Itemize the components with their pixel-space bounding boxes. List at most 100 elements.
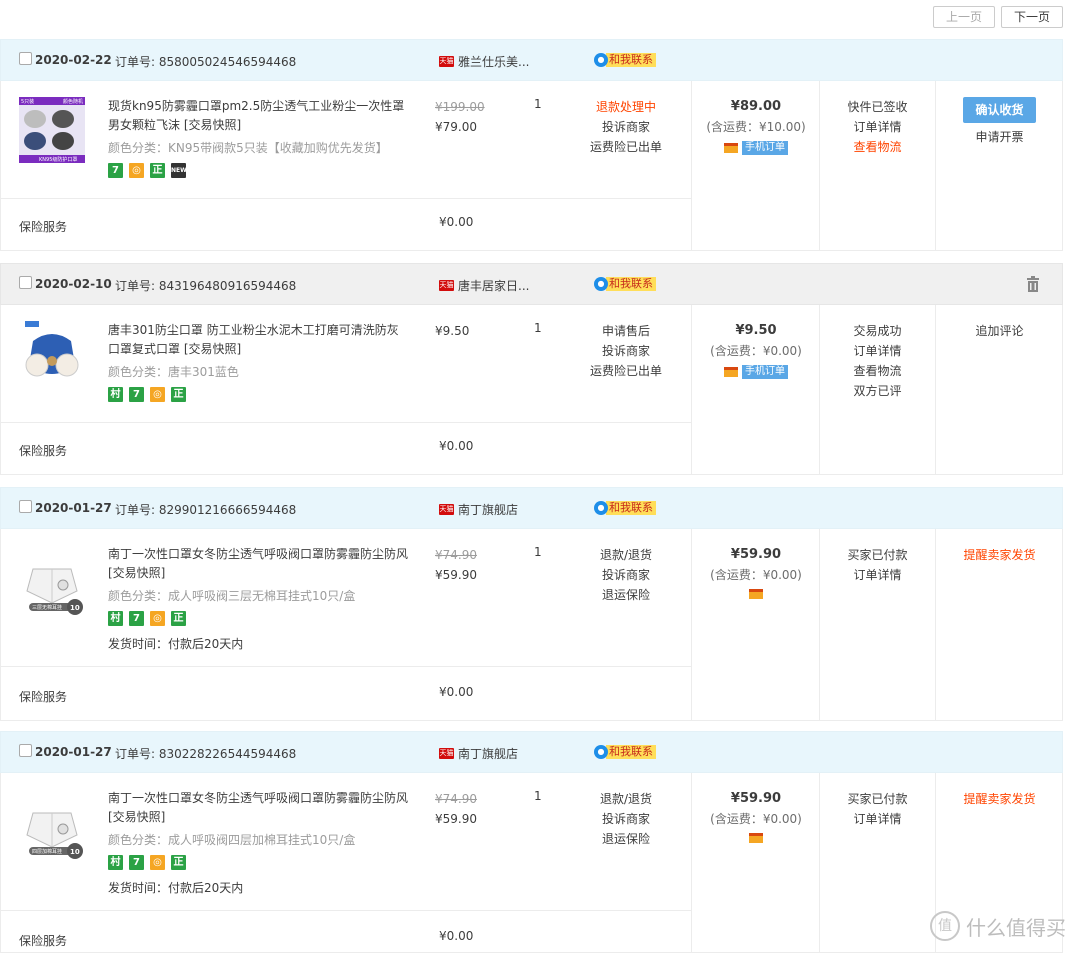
- order-body: 5只装 颜色随机 KN95级防护口罩 现货kn95防雾霾口罩pm2.5防尘透气工…: [0, 81, 1063, 251]
- tmall-guarantee-icon[interactable]: ◎: [150, 855, 165, 870]
- product-thumbnail[interactable]: 四层加棉耳挂 10: [19, 795, 85, 861]
- svg-text:KN95级防护口罩: KN95级防护口罩: [39, 156, 77, 163]
- shipping-time: 发货时间：付款后20天内: [108, 881, 244, 895]
- operations: 提醒卖家发货: [936, 545, 1063, 565]
- order-header: 2020-01-27 订单号: 829901216666594468 天猫 南丁旗…: [0, 487, 1063, 529]
- mobile-order-badge: 手机订单: [742, 141, 788, 155]
- view-logistics-link[interactable]: 查看物流: [820, 361, 935, 381]
- request-invoice-link[interactable]: 申请开票: [936, 127, 1063, 147]
- order-total: ¥9.50 (含运费：¥0.00) 手机订单: [710, 323, 802, 379]
- product-title[interactable]: 南丁一次性口罩女冬防尘透气呼吸阀口罩防雾霾防尘防风 [交易快照]: [108, 789, 408, 827]
- insurance-price: ¥0.00: [439, 439, 474, 453]
- quantity: 1: [534, 97, 542, 111]
- service-badges: 村 7 ◎ 正: [108, 611, 186, 626]
- order-detail-link[interactable]: 订单详情: [820, 341, 935, 361]
- chat-icon: ●: [594, 745, 608, 759]
- shop-link[interactable]: 天猫 唐丰居家日...: [439, 277, 529, 294]
- trade-status: 买家已付款 订单详情: [820, 789, 935, 829]
- complain-seller-link[interactable]: 投诉商家: [576, 809, 676, 829]
- product-thumbnail[interactable]: [19, 321, 85, 387]
- confirm-receipt-button[interactable]: 确认收货: [963, 97, 1036, 123]
- prev-page-button[interactable]: 上一页: [932, 6, 995, 28]
- after-sale-status: 申请售后 投诉商家 运费险已出单: [576, 321, 676, 381]
- shop-link[interactable]: 天猫 雅兰仕乐美...: [439, 53, 529, 70]
- complain-seller-link[interactable]: 投诉商家: [576, 565, 676, 585]
- seven-day-return-icon[interactable]: 7: [129, 855, 144, 870]
- product-thumbnail[interactable]: 5只装 颜色随机 KN95级防护口罩: [19, 97, 85, 163]
- refund-return-link[interactable]: 退款/退货: [576, 789, 676, 809]
- product-title[interactable]: 现货kn95防雾霾口罩pm2.5防尘透气工业粉尘一次性罩男女颗粒飞沫 [交易快照…: [108, 97, 408, 135]
- add-review-link[interactable]: 追加评论: [936, 321, 1063, 341]
- product-sku: 颜色分类：KN95带阀款5只装【收藏加购优先发货】: [108, 141, 388, 155]
- smzdm-logo-icon: 值: [930, 911, 960, 941]
- return-shipping-insurance-link[interactable]: 退运保险: [576, 585, 676, 605]
- order-date: 2020-02-10: [35, 277, 112, 291]
- request-after-sale-link[interactable]: 申请售后: [576, 321, 676, 341]
- order-body: 四层加棉耳挂 10 南丁一次性口罩女冬防尘透气呼吸阀口罩防雾霾防尘防风 [交易快…: [0, 773, 1063, 953]
- order-body: 唐丰301防尘口罩 防工业粉尘水泥木工打磨可清洗防灰口罩复式口罩 [交易快照] …: [0, 305, 1063, 475]
- product-title[interactable]: 唐丰301防尘口罩 防工业粉尘水泥木工打磨可清洗防灰口罩复式口罩 [交易快照]: [108, 321, 408, 359]
- refund-status-link[interactable]: 退款处理中: [576, 97, 676, 117]
- tmall-guarantee-icon[interactable]: ◎: [129, 163, 144, 178]
- view-logistics-link[interactable]: 查看物流: [820, 137, 935, 157]
- remind-ship-link[interactable]: 提醒卖家发货: [936, 545, 1063, 565]
- refund-return-link[interactable]: 退款/退货: [576, 545, 676, 565]
- product-thumbnail[interactable]: 三层无棉耳挂 10: [19, 551, 85, 617]
- after-sale-status: 退款处理中 投诉商家 运费险已出单: [576, 97, 676, 157]
- order-number: 订单号: 843196480916594468: [115, 279, 297, 293]
- product-sku: 颜色分类：成人呼吸阀四层加棉耳挂式10只/盒: [108, 833, 356, 847]
- order-total: ¥89.00 (含运费：¥10.00) 手机订单: [706, 99, 806, 155]
- insurance-price: ¥0.00: [439, 685, 474, 699]
- tmall-icon: 天猫: [439, 56, 454, 67]
- contact-seller-button[interactable]: ● 和我联系: [594, 277, 656, 291]
- trash-icon[interactable]: [1025, 276, 1041, 292]
- rural-taobao-icon[interactable]: 村: [108, 611, 123, 626]
- new-icon[interactable]: NEW: [171, 163, 187, 178]
- tmall-guarantee-icon[interactable]: ◎: [150, 387, 165, 402]
- order-checkbox[interactable]: [19, 52, 32, 65]
- shop-link[interactable]: 天猫 南丁旗舰店: [439, 745, 518, 762]
- genuine-icon[interactable]: 正: [171, 611, 186, 626]
- product-title[interactable]: 南丁一次性口罩女冬防尘透气呼吸阀口罩防雾霾防尘防风 [交易快照]: [108, 545, 408, 583]
- order-checkbox[interactable]: [19, 276, 32, 289]
- next-page-button[interactable]: 下一页: [1000, 6, 1063, 28]
- payment-card-icon: [749, 833, 763, 843]
- genuine-icon[interactable]: 正: [171, 855, 186, 870]
- freight-insurance-link[interactable]: 运费险已出单: [576, 137, 676, 157]
- tmall-icon: 天猫: [439, 280, 454, 291]
- contact-seller-button[interactable]: ● 和我联系: [594, 501, 656, 515]
- genuine-icon[interactable]: 正: [171, 387, 186, 402]
- order-detail-link[interactable]: 订单详情: [820, 809, 935, 829]
- order-detail-link[interactable]: 订单详情: [820, 117, 935, 137]
- order-checkbox[interactable]: [19, 500, 32, 513]
- trade-status: 交易成功 订单详情 查看物流 双方已评: [820, 321, 935, 401]
- insurance-label: 保险服务: [19, 220, 68, 234]
- product-sku: 颜色分类：唐丰301蓝色: [108, 365, 239, 379]
- contact-seller-button[interactable]: ● 和我联系: [594, 53, 656, 67]
- genuine-icon[interactable]: 正: [150, 163, 165, 178]
- freight-insurance-link[interactable]: 运费险已出单: [576, 361, 676, 381]
- svg-text:10: 10: [70, 604, 80, 612]
- return-shipping-insurance-link[interactable]: 退运保险: [576, 829, 676, 849]
- complain-seller-link[interactable]: 投诉商家: [576, 117, 676, 137]
- seven-day-return-icon[interactable]: 7: [108, 163, 123, 178]
- watermark: 值 什么值得买: [930, 911, 1066, 941]
- svg-text:颜色随机: 颜色随机: [63, 98, 83, 105]
- order-detail-link[interactable]: 订单详情: [820, 565, 935, 585]
- order-date: 2020-01-27: [35, 745, 112, 759]
- remind-ship-link[interactable]: 提醒卖家发货: [936, 789, 1063, 809]
- insurance-label: 保险服务: [19, 690, 68, 704]
- order-checkbox[interactable]: [19, 744, 32, 757]
- service-badges: 村 7 ◎ 正: [108, 855, 186, 870]
- seven-day-return-icon[interactable]: 7: [129, 611, 144, 626]
- quantity: 1: [534, 545, 542, 559]
- seven-day-return-icon[interactable]: 7: [129, 387, 144, 402]
- shop-link[interactable]: 天猫 南丁旗舰店: [439, 501, 518, 518]
- unit-price: ¥199.00 ¥79.00: [435, 100, 485, 134]
- contact-seller-button[interactable]: ● 和我联系: [594, 745, 656, 759]
- complain-seller-link[interactable]: 投诉商家: [576, 341, 676, 361]
- rural-taobao-icon[interactable]: 村: [108, 387, 123, 402]
- rural-taobao-icon[interactable]: 村: [108, 855, 123, 870]
- order-header: 2020-01-27 订单号: 830228226544594468 天猫 南丁旗…: [0, 731, 1063, 773]
- tmall-guarantee-icon[interactable]: ◎: [150, 611, 165, 626]
